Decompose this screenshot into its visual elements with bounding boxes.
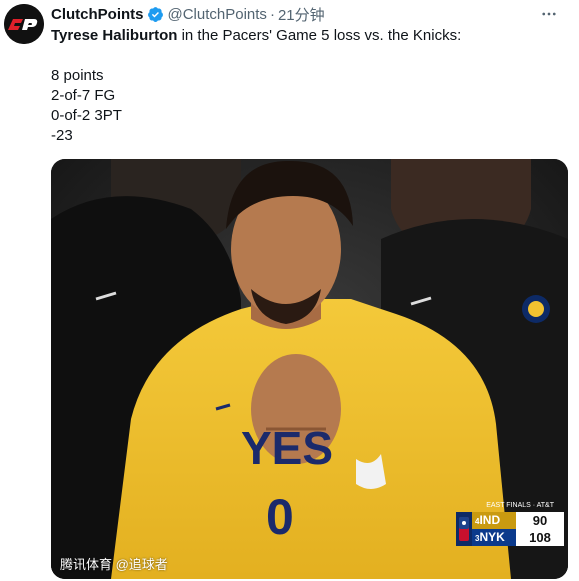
tweet-header: ClutchPoints @ClutchPoints · 21分钟 [51, 4, 569, 24]
tweet-photo[interactable]: YES 0 EAST FINALS · AT&T 4IND 90 3NYK 10… [51, 159, 568, 579]
svg-text:0: 0 [266, 489, 294, 545]
score-ind: 90 [516, 512, 564, 529]
timestamp[interactable]: 21分钟 [278, 4, 325, 25]
scoreboard-row-nyk: 3NYK 108 [472, 529, 564, 546]
more-options-icon[interactable] [539, 4, 559, 24]
team-ind: 4IND [472, 512, 516, 529]
player-name: Tyrese Haliburton [51, 27, 178, 44]
headline-rest: in the Pacers' Game 5 loss vs. the Knick… [177, 27, 462, 44]
nba-logo-icon [456, 512, 472, 546]
watermark: 腾讯体育 @追球者 [60, 557, 168, 572]
stat-line: -23 [51, 127, 73, 144]
svg-text:YES: YES [241, 422, 333, 474]
clutchpoints-logo-icon [4, 4, 44, 44]
series-label: EAST FINALS · AT&T [486, 502, 554, 509]
tweet-text: Tyrese Haliburton in the Pacers' Game 5 … [51, 26, 569, 146]
verified-badge-icon [147, 6, 164, 23]
team-name: NYK [479, 530, 505, 544]
stat-line: 0-of-2 3PT [51, 107, 122, 124]
display-name[interactable]: ClutchPoints [51, 6, 144, 23]
scoreboard-row-ind: 4IND 90 [472, 512, 564, 529]
avatar[interactable] [4, 4, 44, 44]
headline: Tyrese Haliburton in the Pacers' Game 5 … [51, 26, 569, 46]
score-nyk: 108 [516, 529, 564, 546]
separator-dot: · [269, 5, 275, 23]
team-nyk: 3NYK [472, 529, 516, 546]
scoreboard: 4IND 90 3NYK 108 [456, 512, 564, 546]
team-name: IND [479, 513, 501, 527]
tweet-card[interactable]: ClutchPoints @ClutchPoints · 21分钟 Tyrese… [0, 0, 579, 581]
author-handle[interactable]: @ClutchPoints [168, 6, 267, 23]
stat-line: 2-of-7 FG [51, 87, 116, 104]
stat-line: 8 points [51, 67, 104, 84]
